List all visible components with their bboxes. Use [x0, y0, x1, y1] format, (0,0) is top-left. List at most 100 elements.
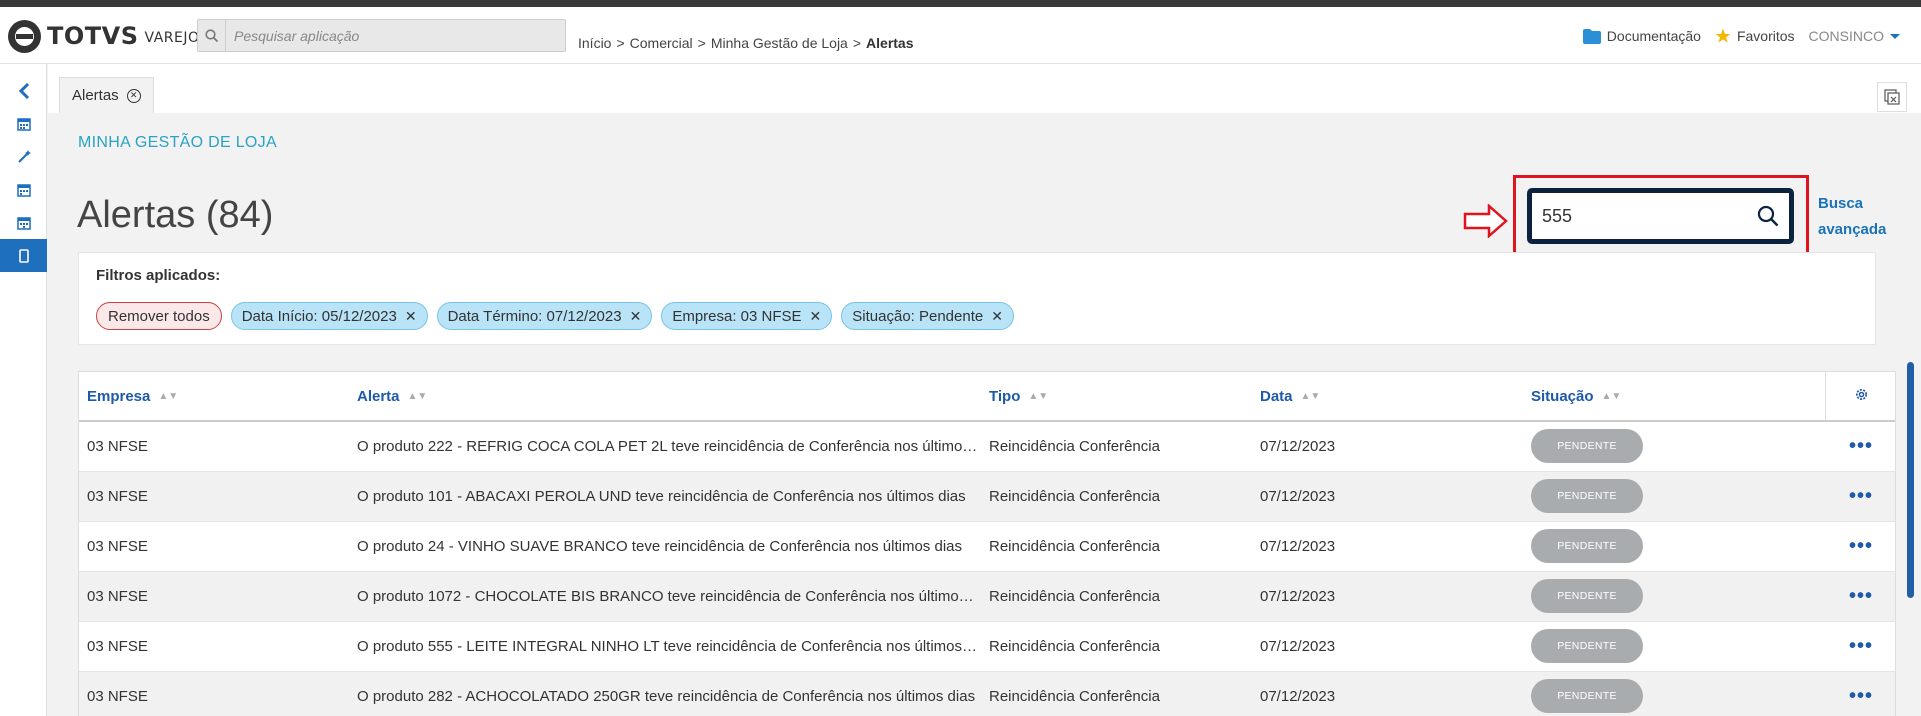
sort-icon[interactable]: ▲▼: [1028, 391, 1048, 402]
cell-alerta: O produto 282 - ACHOCOLATADO 250GR teve …: [349, 671, 981, 716]
column-header-alerta[interactable]: Alerta ▲▼: [349, 372, 981, 422]
sidebar-item-calendar-1[interactable]: [0, 107, 47, 140]
cell-empresa: 03 NFSE: [79, 421, 349, 472]
app-search-input[interactable]: [226, 27, 556, 44]
search-icon[interactable]: [1757, 205, 1779, 227]
row-actions-button[interactable]: •••: [1825, 421, 1895, 472]
breadcrumb-gestao[interactable]: Minha Gestão de Loja: [711, 35, 848, 51]
breadcrumb: Início > Comercial > Minha Gestão de Loj…: [578, 35, 914, 51]
filter-chips: Remover todos Data Início: 05/12/2023 ✕ …: [96, 302, 1014, 330]
close-all-tabs-button[interactable]: [1877, 82, 1907, 112]
table-row[interactable]: 03 NFSE O produto 1072 - CHOCOLATE BIS B…: [79, 571, 1895, 622]
breadcrumb-home[interactable]: Início: [578, 35, 611, 51]
scrollbar-thumb[interactable]: [1907, 362, 1914, 598]
cell-situacao: PENDENTE: [1523, 521, 1825, 572]
close-icon[interactable]: ✕: [810, 308, 822, 325]
documentation-link[interactable]: Documentação: [1582, 28, 1701, 44]
filter-chip-situacao: Situação: Pendente ✕: [841, 302, 1014, 330]
column-header-tipo[interactable]: Tipo ▲▼: [981, 372, 1252, 422]
close-icon[interactable]: ✕: [126, 88, 141, 103]
folder-icon: [1582, 28, 1601, 44]
sort-icon[interactable]: ▲▼: [1602, 391, 1622, 402]
cell-tipo: Reincidência Conferência: [981, 471, 1252, 522]
totvs-logo-icon: [8, 19, 41, 53]
search-icon[interactable]: [198, 20, 226, 51]
star-icon: [1715, 28, 1731, 43]
calendar-icon: [16, 183, 31, 197]
column-settings-button[interactable]: [1824, 372, 1895, 422]
breadcrumb-separator: >: [697, 35, 706, 51]
breadcrumb-current: Alertas: [866, 35, 914, 51]
calendar-icon: [16, 117, 31, 131]
cell-data: 07/12/2023: [1252, 471, 1523, 522]
page-title: Alertas (84): [77, 194, 274, 236]
logo-text: TOTVS: [47, 22, 139, 50]
cell-situacao: PENDENTE: [1523, 421, 1825, 472]
totvs-logo[interactable]: TOTVS VAREJO: [8, 19, 200, 53]
filter-chip-label: Data Término: 07/12/2023: [447, 307, 622, 325]
sidebar-item-calendar-2[interactable]: [0, 173, 47, 206]
favorites-link[interactable]: Favoritos: [1715, 28, 1795, 44]
advanced-search-link[interactable]: Busca avançada: [1818, 191, 1886, 243]
close-icon[interactable]: ✕: [630, 308, 642, 325]
filter-chip-label: Data Início: 05/12/2023: [241, 307, 397, 325]
cell-tipo: Reincidência Conferência: [981, 571, 1252, 622]
table-header-row: Empresa ▲▼ Alerta ▲▼ Tipo ▲▼ Data ▲▼ Situaçã…: [79, 372, 1895, 422]
advanced-search-line2: avançada: [1818, 221, 1887, 238]
status-badge: PENDENTE: [1531, 529, 1643, 563]
magic-wand-icon: [17, 149, 31, 163]
column-header-data[interactable]: Data ▲▼: [1252, 372, 1523, 422]
sort-icon[interactable]: ▲▼: [1301, 391, 1321, 402]
collapse-sidebar-button[interactable]: [0, 74, 47, 107]
chevron-down-icon: [1890, 33, 1900, 39]
close-icon[interactable]: ✕: [991, 308, 1003, 325]
cell-data: 07/12/2023: [1252, 521, 1523, 572]
table-row[interactable]: 03 NFSE O produto 282 - ACHOCOLATADO 250…: [79, 671, 1895, 716]
filter-chip-data-termino: Data Término: 07/12/2023 ✕: [436, 302, 653, 330]
row-actions-button[interactable]: •••: [1825, 471, 1895, 522]
cell-data: 07/12/2023: [1252, 671, 1523, 716]
section-title: MINHA GESTÃO DE LOJA: [78, 134, 277, 151]
app-header: TOTVS VAREJO Início > Comercial > Minha …: [0, 7, 1921, 64]
close-icon[interactable]: ✕: [405, 308, 417, 325]
cell-empresa: 03 NFSE: [79, 521, 349, 572]
row-actions-button[interactable]: •••: [1825, 621, 1895, 672]
alerts-search[interactable]: [1527, 188, 1794, 244]
sidebar-item-calendar-3[interactable]: [0, 206, 47, 239]
alerts-table: Empresa ▲▼ Alerta ▲▼ Tipo ▲▼ Data ▲▼ Situaçã…: [78, 371, 1896, 716]
status-badge: PENDENTE: [1531, 479, 1643, 513]
remove-all-filters-button[interactable]: Remover todos: [96, 302, 222, 330]
cell-empresa: 03 NFSE: [79, 571, 349, 622]
sidebar-item-tools[interactable]: [0, 140, 47, 173]
cell-alerta: O produto 555 - LEITE INTEGRAL NINHO LT …: [349, 621, 981, 672]
main-content: MINHA GESTÃO DE LOJA Alertas (84) Busca …: [48, 113, 1903, 716]
top-strip: [0, 0, 1921, 7]
column-header-situacao[interactable]: Situação ▲▼: [1523, 372, 1825, 422]
table-row[interactable]: 03 NFSE O produto 101 - ABACAXI PEROLA U…: [79, 471, 1895, 522]
applied-filters-panel: Filtros aplicados: Remover todos Data In…: [78, 252, 1876, 345]
filter-chip-label: Situação: Pendente: [852, 307, 984, 325]
user-menu[interactable]: CONSINCO: [1809, 28, 1900, 44]
status-badge: PENDENTE: [1531, 679, 1643, 713]
cell-alerta: O produto 24 - VINHO SUAVE BRANCO teve r…: [349, 521, 981, 572]
column-header-empresa[interactable]: Empresa ▲▼: [79, 372, 349, 422]
row-actions-button[interactable]: •••: [1825, 521, 1895, 572]
sort-icon[interactable]: ▲▼: [158, 391, 178, 402]
status-badge: PENDENTE: [1531, 429, 1643, 464]
table-row[interactable]: 03 NFSE O produto 555 - LEITE INTEGRAL N…: [79, 621, 1895, 672]
row-actions-button[interactable]: •••: [1825, 571, 1895, 622]
cell-data: 07/12/2023: [1252, 621, 1523, 672]
row-actions-button[interactable]: •••: [1825, 671, 1895, 716]
filter-chip-label: Empresa: 03 NFSE: [672, 307, 802, 325]
favorites-label: Favoritos: [1736, 28, 1795, 44]
sidebar-item-mobile[interactable]: [0, 239, 47, 272]
table-row[interactable]: 03 NFSE O produto 222 - REFRIG COCA COLA…: [79, 421, 1895, 472]
app-search[interactable]: [197, 19, 566, 52]
cell-tipo: Reincidência Conferência: [981, 521, 1252, 572]
tab-alertas[interactable]: Alertas ✕: [59, 77, 154, 113]
breadcrumb-comercial[interactable]: Comercial: [630, 35, 693, 51]
sort-icon[interactable]: ▲▼: [408, 391, 428, 402]
cell-empresa: 03 NFSE: [79, 471, 349, 522]
table-row[interactable]: 03 NFSE O produto 24 - VINHO SUAVE BRANC…: [79, 521, 1895, 572]
alerts-search-input[interactable]: [1542, 205, 1742, 227]
